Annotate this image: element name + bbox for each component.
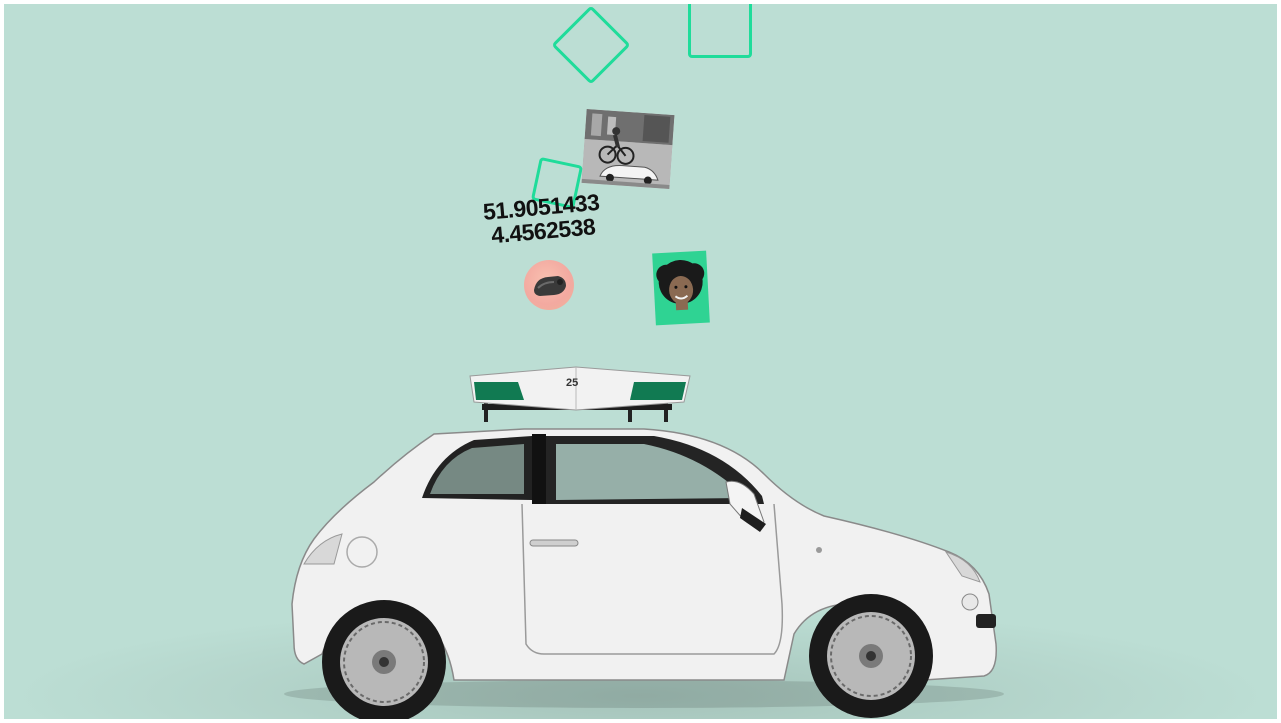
roof-unit-number: 25 [566, 377, 578, 389]
rear-wheel [322, 600, 446, 719]
front-wheel [809, 594, 933, 718]
white-car-illustration: 25 [284, 366, 1004, 719]
roof-sensor-unit [469, 366, 691, 422]
collage-scene: 51.9051433 4.4562538 25 [4, 4, 1277, 719]
